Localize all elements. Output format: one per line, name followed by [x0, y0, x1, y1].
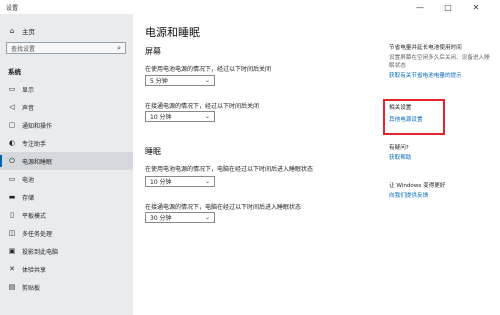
focus-icon: ◐ [8, 139, 16, 147]
sidebar-item-label: 电池 [22, 176, 35, 184]
sidebar-item-label: 剪贴板 [22, 284, 41, 292]
window-title: 设置 [6, 5, 19, 12]
sidebar-item-label: 通知和操作 [22, 122, 53, 130]
dropdown-value: 30 分钟 [150, 215, 172, 222]
improve-windows-heading: 让 Windows 变得更好 [389, 183, 446, 189]
notification-icon: ▢ [8, 121, 16, 129]
battery-icon: ▭ [8, 175, 16, 183]
highlight-annotation [383, 99, 445, 135]
feedback-link[interactable]: 向我们提供反馈 [389, 192, 428, 200]
sidebar-item-label: 体验共享 [22, 266, 47, 274]
dropdown-value: 10 分钟 [150, 179, 172, 186]
battery-tips-link[interactable]: 获取有关节省电池电量的提示 [389, 72, 462, 80]
sidebar-item-sound[interactable]: ◁ 声音 [0, 98, 133, 116]
main-content: 电源和睡眠 屏幕 在使用电池电源的情况下，经过以下时间后关闭 5 分钟 ⌄ 在接… [133, 14, 500, 315]
battery-tip-heading: 节省电量并延长电池使用时间 [389, 45, 462, 51]
screen-heading: 屏幕 [145, 47, 161, 56]
sleep-battery-label: 在使用电池电源的情况下，电脑在经过以下时间后进入睡眠状态 [145, 166, 314, 173]
sidebar-item-label: 电源和睡眠 [22, 158, 53, 166]
screen-plugged-label: 在接通电源的情况下，经过以下时间后关闭 [145, 103, 260, 110]
sidebar-item-focus[interactable]: ◐ 专注助手 [0, 134, 133, 152]
chevron-down-icon: ⌄ [204, 113, 210, 120]
sleep-battery-dropdown[interactable]: 10 分钟 ⌄ [145, 176, 215, 187]
sidebar-item-battery[interactable]: ▭ 电池 [0, 170, 133, 188]
display-icon: ▭ [8, 85, 16, 93]
clipboard-icon: ▤ [8, 283, 16, 291]
minimize-button[interactable]: — [408, 0, 432, 14]
sidebar-item-clipboard[interactable]: ▤ 剪贴板 [0, 278, 133, 296]
chevron-down-icon: ⌄ [204, 178, 210, 185]
sidebar-item-label: 存储 [22, 194, 35, 202]
sidebar-item-power-sleep[interactable]: ⏻ 电源和睡眠 [0, 152, 133, 170]
battery-tip-desc-line2: 眠状态 [389, 63, 406, 69]
sidebar-item-label: 投影到此电脑 [22, 248, 59, 256]
projection-icon: ▣ [8, 247, 16, 255]
sleep-plugged-label: 在接通电源的情况下，电脑在经过以下时间后进入睡眠状态 [145, 204, 302, 211]
related-panel: 节省电量并延长电池使用时间 设置屏幕在空闲多久后关闭、设备进入睡 眠状态 获取有… [389, 14, 500, 315]
sidebar-section-label: 系统 [8, 68, 21, 76]
home-label: 主页 [22, 28, 35, 36]
dropdown-value: 5 分钟 [150, 78, 168, 85]
window-titlebar: 设置 — □ ✕ [0, 0, 500, 14]
screen-battery-dropdown[interactable]: 5 分钟 ⌄ [145, 75, 215, 86]
sidebar-item-tablet[interactable]: ▯ 平板模式 [0, 206, 133, 224]
dropdown-value: 10 分钟 [150, 114, 172, 121]
maximize-button[interactable]: □ [436, 0, 460, 14]
storage-icon: ▬ [8, 193, 16, 201]
sidebar-item-display[interactable]: ▭ 显示 [0, 80, 133, 98]
search-placeholder: 查找设置 [11, 45, 36, 53]
sidebar: ⌂ 主页 查找设置 ⌕ 系统 ▭ 显示 ◁ 声音 ▢ 通知和操作 ◐ 专注助手 … [0, 14, 133, 315]
sidebar-item-label: 平板模式 [22, 212, 47, 220]
power-icon: ⏻ [9, 156, 15, 165]
sidebar-home[interactable]: ⌂ 主页 [8, 26, 35, 36]
sidebar-item-projection[interactable]: ▣ 投影到此电脑 [0, 242, 133, 260]
page-title: 电源和睡眠 [145, 26, 200, 39]
screen-battery-label: 在使用电池电源的情况下，经过以下时间后关闭 [145, 66, 272, 73]
get-help-link[interactable]: 获取帮助 [389, 154, 411, 162]
help-heading: 有疑问? [389, 145, 409, 151]
multitask-icon: ◫ [8, 229, 16, 237]
close-button[interactable]: ✕ [464, 0, 488, 14]
screen-plugged-dropdown[interactable]: 10 分钟 ⌄ [145, 111, 215, 122]
sleep-heading: 睡眠 [145, 147, 161, 156]
sidebar-item-label: 多任务处理 [22, 230, 53, 238]
search-icon: ⌕ [117, 44, 121, 52]
sidebar-item-label: 显示 [22, 86, 35, 94]
sidebar-item-notifications[interactable]: ▢ 通知和操作 [0, 116, 133, 134]
sound-icon: ◁ [9, 103, 15, 111]
search-input[interactable]: 查找设置 ⌕ [6, 42, 126, 54]
shared-experience-icon: ✕ [9, 265, 15, 273]
sleep-plugged-dropdown[interactable]: 30 分钟 ⌄ [145, 212, 215, 223]
sidebar-item-multitasking[interactable]: ◫ 多任务处理 [0, 224, 133, 242]
tablet-icon: ▯ [10, 211, 14, 219]
sidebar-item-storage[interactable]: ▬ 存储 [0, 188, 133, 206]
chevron-down-icon: ⌄ [204, 77, 210, 84]
chevron-down-icon: ⌄ [204, 214, 210, 221]
sidebar-item-label: 专注助手 [22, 140, 47, 148]
sidebar-item-shared-experiences[interactable]: ✕ 体验共享 [0, 260, 133, 278]
home-icon: ⌂ [9, 27, 15, 35]
battery-tip-desc-line1: 设置屏幕在空闲多久后关闭、设备进入睡 [389, 55, 490, 61]
sidebar-item-label: 声音 [22, 104, 35, 112]
